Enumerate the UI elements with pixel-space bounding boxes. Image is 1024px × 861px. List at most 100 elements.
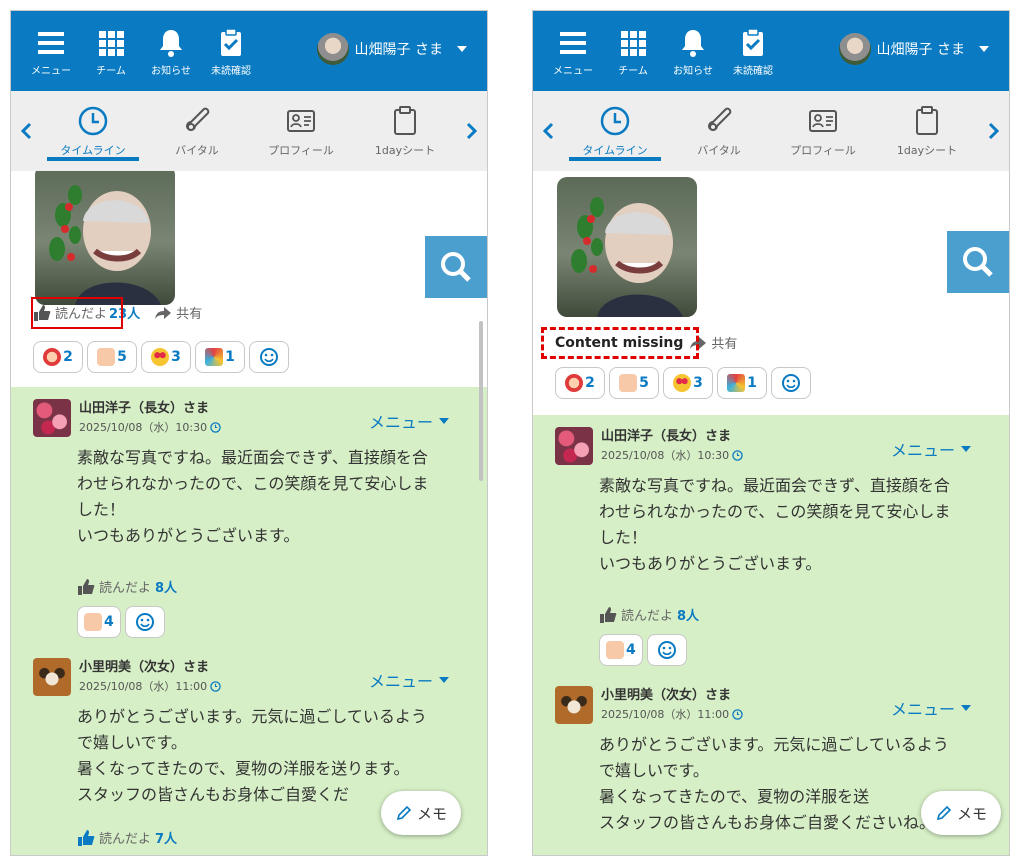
comment-line: で嬉しいです。 <box>77 733 187 752</box>
comment-menu-button[interactable]: メニュー <box>891 437 971 461</box>
reaction-count: 5 <box>639 375 649 391</box>
reaction-face[interactable]: 2 <box>555 367 605 399</box>
user-name: 山畑陽子 さま <box>354 42 443 58</box>
add-reaction-button[interactable] <box>771 367 811 399</box>
tab-1day-label: 1dayシート <box>374 144 436 157</box>
tab-1day[interactable]: 1dayシート <box>875 91 979 171</box>
comment-list: 山田洋子（長女）さま 2025/10/08（水）10:30 メニュー 素敵な写真… <box>11 387 487 855</box>
chevron-right-icon[interactable] <box>983 119 1003 143</box>
clock-icon <box>732 708 743 720</box>
pencil-icon <box>936 805 952 821</box>
reaction-party[interactable]: 1 <box>717 367 767 399</box>
clock-icon <box>600 106 630 136</box>
share-arrow-icon <box>155 306 172 319</box>
comment-menu-label: メニュー <box>890 700 955 719</box>
chevron-right-icon[interactable] <box>461 119 481 143</box>
tab-timeline[interactable]: タイムライン <box>41 91 145 171</box>
pencil-icon <box>396 805 412 821</box>
tab-1day[interactable]: 1dayシート <box>353 91 457 171</box>
top-nav-bar: メニュー チーム お知らせ 未読確認 山畑陽子 さま <box>11 11 487 91</box>
search-button[interactable] <box>947 231 1009 293</box>
thumbs-up-icon <box>606 641 624 659</box>
avatar <box>555 427 593 465</box>
clipboard-icon <box>916 106 938 135</box>
user-avatar <box>316 33 349 65</box>
party-popper-icon <box>205 348 224 366</box>
add-reaction-button[interactable] <box>646 634 687 666</box>
scrollbar[interactable] <box>479 321 483 481</box>
face-icon <box>43 348 62 366</box>
thermometer-icon <box>708 107 732 131</box>
clipboard-check-icon <box>221 27 241 56</box>
avatar <box>33 399 71 437</box>
comment-reactions: 4 <box>599 634 987 666</box>
reaction-thumbs-up[interactable]: 4 <box>77 606 121 638</box>
chevron-left-icon[interactable] <box>539 119 559 143</box>
nav-team[interactable]: チーム <box>603 26 663 77</box>
nav-unread[interactable]: 未読確認 <box>201 26 261 77</box>
reaction-thumbs-up[interactable]: 5 <box>609 367 659 399</box>
nav-menu[interactable]: メニュー <box>21 26 81 77</box>
party-popper-icon <box>727 374 746 392</box>
comment-menu-button[interactable]: メニュー <box>369 409 449 433</box>
thumbs-up-icon <box>78 578 95 595</box>
nav-menu-label: メニュー <box>553 65 593 77</box>
smiley-icon <box>657 641 676 659</box>
thumbs-up-icon <box>600 606 617 623</box>
user-menu[interactable]: 山畑陽子 さま <box>316 33 467 65</box>
reaction-heart-eyes[interactable]: 3 <box>141 341 191 373</box>
reaction-count: 5 <box>117 349 127 365</box>
reaction-count: 3 <box>693 375 703 391</box>
comment-line: ありがとうございます。元気に過ごしているよう <box>599 735 949 754</box>
clock-icon <box>732 449 743 461</box>
reaction-heart-eyes[interactable]: 3 <box>663 367 713 399</box>
comment-line: わせられなかったので、この笑顔を見て安心しま <box>599 502 951 521</box>
nav-notice[interactable]: お知らせ <box>141 26 201 77</box>
tab-vital[interactable]: バイタル <box>145 91 249 171</box>
comment-menu-button[interactable]: メニュー <box>891 696 971 720</box>
comment-line: で嬉しいです。 <box>599 761 709 780</box>
nav-team[interactable]: チーム <box>81 26 141 77</box>
search-button[interactable] <box>425 236 487 298</box>
memo-button[interactable]: メモ <box>381 791 461 835</box>
timeline-content: 読んだよ 23人 共有 2 5 3 1 山田洋子（長女）さま 2025/10/0… <box>11 171 487 855</box>
post-photo[interactable] <box>35 171 175 305</box>
clock-icon <box>210 421 221 433</box>
nav-unread[interactable]: 未読確認 <box>723 26 783 77</box>
memo-button[interactable]: メモ <box>921 791 1001 835</box>
tab-timeline[interactable]: タイムライン <box>563 91 667 171</box>
comment-menu-button[interactable]: メニュー <box>369 668 449 692</box>
face-icon <box>565 374 584 392</box>
comment-like-row[interactable]: 読んだよ 8人 <box>77 577 465 596</box>
nav-menu[interactable]: メニュー <box>543 26 603 77</box>
read-label: 読んだよ <box>99 581 152 596</box>
tab-profile[interactable]: プロフィール <box>249 91 353 171</box>
tab-bar: タイムライン バイタル プロフィール 1dayシート <box>11 91 487 171</box>
comment-menu-label: メニュー <box>890 441 955 460</box>
post-photo[interactable] <box>557 177 697 317</box>
chevron-left-icon[interactable] <box>17 119 37 143</box>
reaction-thumbs-up[interactable]: 4 <box>599 634 643 666</box>
elderly-woman-photo <box>49 185 161 305</box>
add-reaction-button[interactable] <box>124 606 165 638</box>
avatar <box>555 686 593 724</box>
add-reaction-button[interactable] <box>249 341 289 373</box>
tab-profile[interactable]: プロフィール <box>771 91 875 171</box>
reaction-face[interactable]: 2 <box>33 341 83 373</box>
reaction-thumbs-up[interactable]: 5 <box>87 341 137 373</box>
grid-icon <box>99 30 124 56</box>
heart-eyes-icon <box>673 374 692 392</box>
comment-line: いつもありがとうございます。 <box>77 526 300 545</box>
read-count: 8人 <box>677 609 700 624</box>
hamburger-icon <box>38 31 64 54</box>
comment-like-row[interactable]: 読んだよ 8人 <box>599 605 987 624</box>
comment-menu-label: メニュー <box>368 413 433 432</box>
grid-icon <box>621 30 646 56</box>
caret-down-icon <box>961 705 971 711</box>
smiley-icon <box>135 613 154 631</box>
nav-notice[interactable]: お知らせ <box>663 26 723 77</box>
share-button[interactable]: 共有 <box>154 303 202 322</box>
user-menu[interactable]: 山畑陽子 さま <box>838 33 989 65</box>
tab-vital[interactable]: バイタル <box>667 91 771 171</box>
reaction-party[interactable]: 1 <box>195 341 245 373</box>
